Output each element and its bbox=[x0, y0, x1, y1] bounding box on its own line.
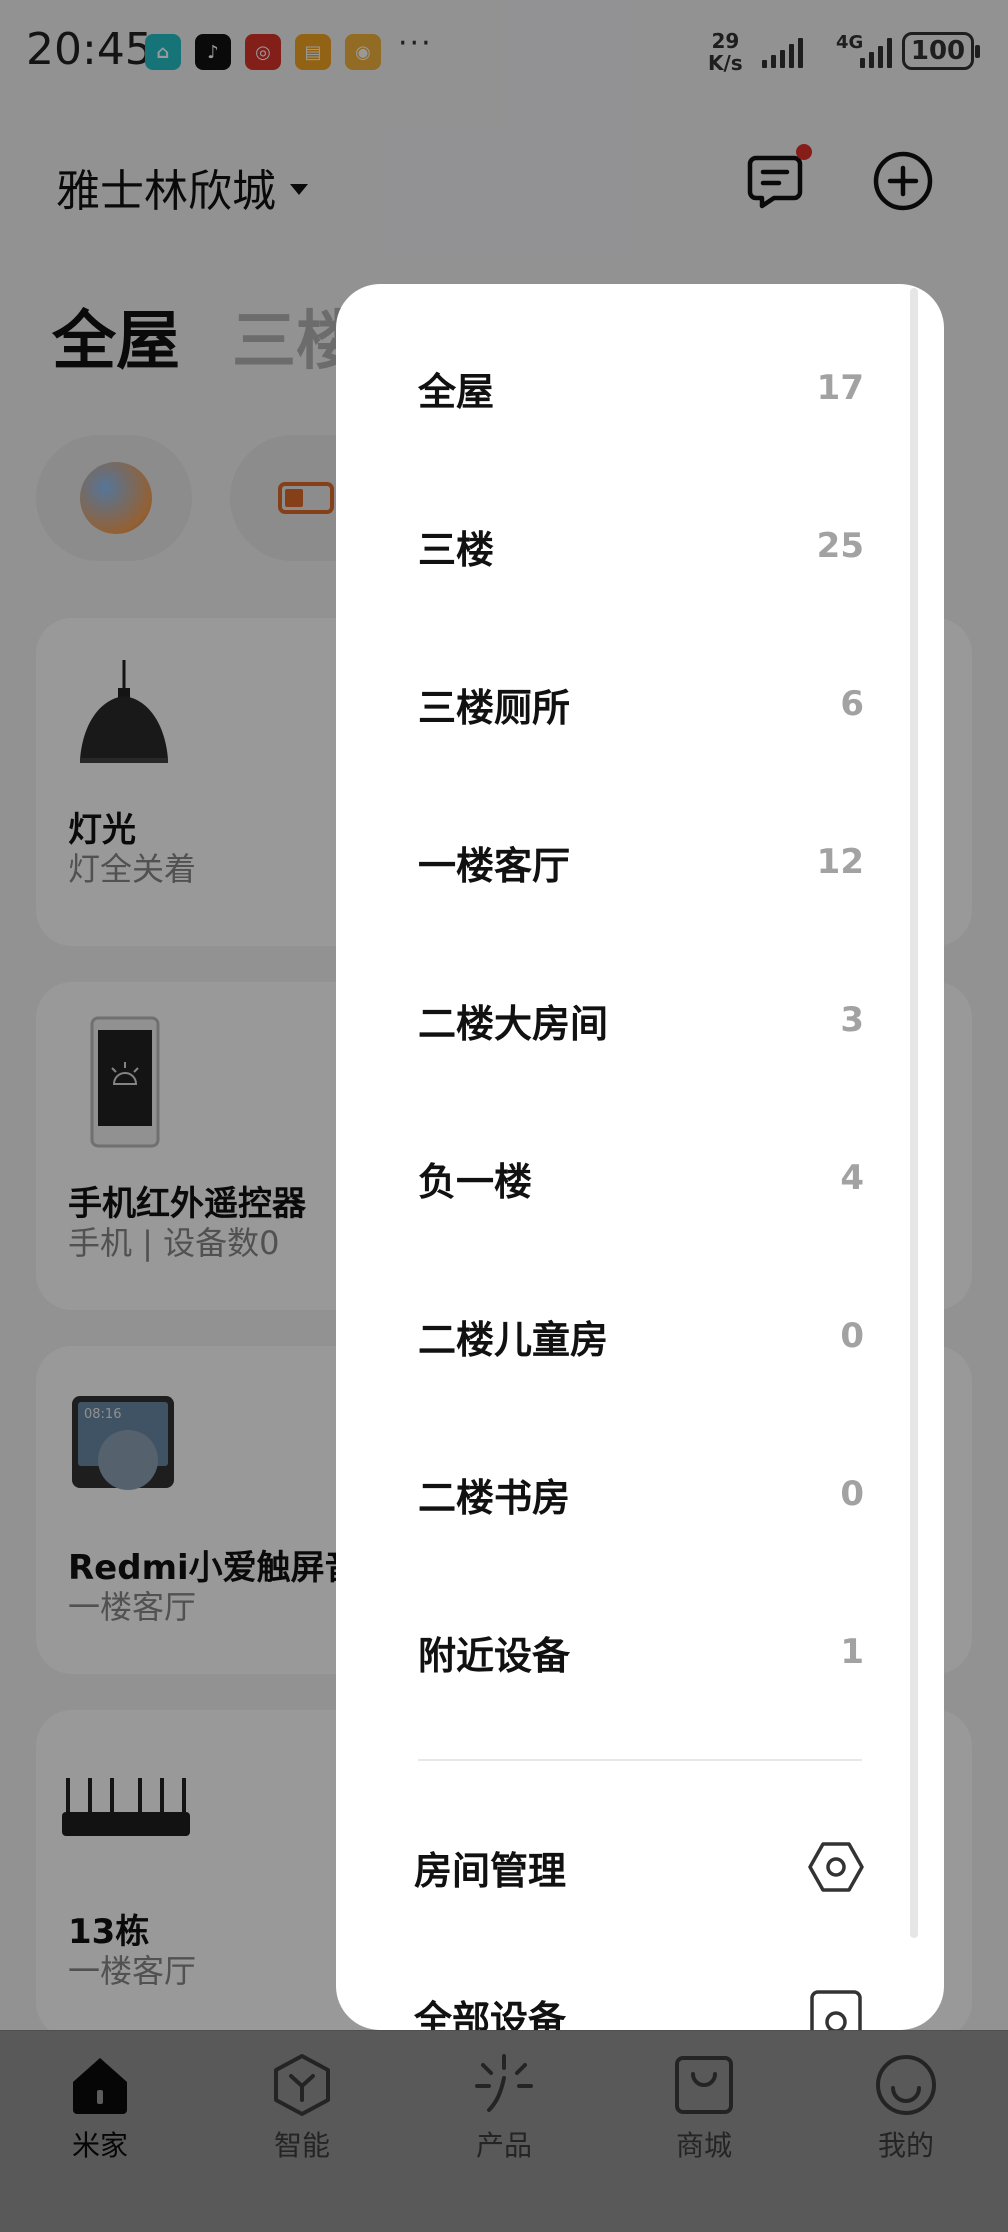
scrollbar[interactable] bbox=[910, 288, 918, 1938]
room-device-count: 25 bbox=[816, 526, 864, 566]
room-management-button[interactable]: 房间管理 bbox=[414, 1827, 864, 1907]
room-item[interactable]: 二楼书房 0 bbox=[418, 1454, 864, 1534]
room-name: 二楼大房间 bbox=[418, 1001, 609, 1046]
mijia-home-screen: 20:45 ⌂ ♪ ◎ ▤ ◉ ··· 29 K/s 4G 100 雅士林欣城 bbox=[0, 0, 1008, 2232]
room-name: 负一楼 bbox=[418, 1159, 533, 1204]
room-item[interactable]: 二楼大房间 3 bbox=[418, 980, 864, 1060]
device-icon bbox=[810, 1990, 862, 2030]
divider bbox=[418, 1759, 862, 1761]
room-device-count: 6 bbox=[840, 684, 864, 724]
room-device-count: 4 bbox=[840, 1158, 864, 1198]
room-item[interactable]: 三楼厕所 6 bbox=[418, 664, 864, 744]
room-device-count: 17 bbox=[816, 368, 864, 408]
nav-scrim bbox=[0, 2030, 1008, 2232]
room-name: 二楼书房 bbox=[418, 1475, 571, 1520]
room-device-count: 0 bbox=[840, 1316, 864, 1356]
hexagon-settings-icon bbox=[808, 1842, 864, 1892]
room-item[interactable]: 附近设备 1 bbox=[418, 1612, 864, 1692]
room-name: 三楼 bbox=[418, 527, 495, 572]
action-label: 全部设备 bbox=[414, 1997, 567, 2031]
room-item[interactable]: 一楼客厅 12 bbox=[418, 822, 864, 902]
room-name: 二楼儿童房 bbox=[418, 1317, 609, 1362]
room-device-count: 1 bbox=[840, 1632, 864, 1672]
all-devices-button[interactable]: 全部设备 bbox=[414, 1976, 864, 2030]
action-label: 房间管理 bbox=[414, 1848, 567, 1893]
room-device-count: 3 bbox=[840, 1000, 864, 1040]
room-name: 三楼厕所 bbox=[418, 685, 571, 730]
room-name: 一楼客厅 bbox=[418, 843, 571, 888]
room-item[interactable]: 三楼 25 bbox=[418, 506, 864, 586]
room-select-popup: 全屋 17 三楼 25 三楼厕所 6 一楼客厅 12 二楼大房间 3 负一楼 4… bbox=[336, 284, 944, 2030]
room-device-count: 0 bbox=[840, 1474, 864, 1514]
room-name: 附近设备 bbox=[418, 1633, 571, 1678]
room-device-count: 12 bbox=[816, 842, 864, 882]
room-item[interactable]: 全屋 17 bbox=[418, 348, 864, 428]
room-name: 全屋 bbox=[418, 369, 495, 414]
room-item[interactable]: 负一楼 4 bbox=[418, 1138, 864, 1218]
room-item[interactable]: 二楼儿童房 0 bbox=[418, 1296, 864, 1376]
